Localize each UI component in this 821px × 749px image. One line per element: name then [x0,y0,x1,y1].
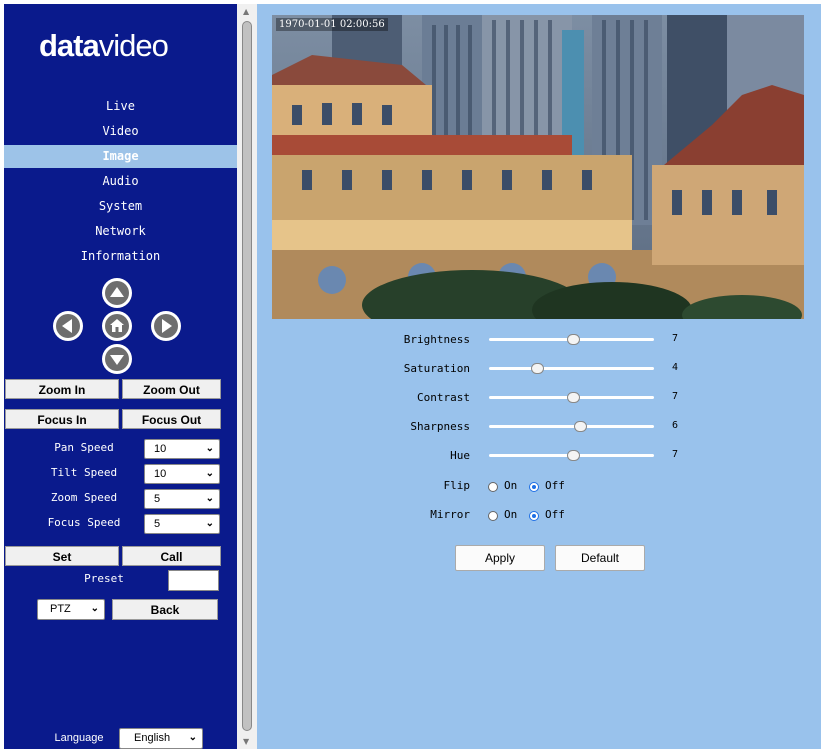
mirror-off-label[interactable]: Off [545,508,565,521]
chevron-down-icon: ⌄ [205,468,214,479]
set-button[interactable]: Set [5,546,119,566]
nav-image[interactable]: Image [4,145,237,168]
nav-network[interactable]: Network [4,220,237,243]
nav-system[interactable]: System [4,195,237,218]
arrow-down-icon[interactable] [102,344,132,374]
mirror-on-label[interactable]: On [504,508,517,521]
hue-slider[interactable] [489,450,654,461]
preset-label: Preset [84,572,124,585]
brand-logo: datavideo [39,28,169,63]
video-timestamp: 1970-01-01 02:00:56 [276,18,388,31]
flip-on-radio[interactable] [488,482,498,492]
arrow-right-icon[interactable] [151,311,181,341]
flip-on-label[interactable]: On [504,479,517,492]
sharpness-thumb[interactable] [574,421,587,432]
brightness-slider[interactable] [489,334,654,345]
tilt-speed-select[interactable]: 10 ⌄ [144,464,220,484]
home-icon[interactable] [102,311,132,341]
sidebar: datavideo Live Video Image Audio System … [4,4,237,749]
hue-value: 7 [672,449,679,460]
flip-off-label[interactable]: Off [545,479,565,492]
sidebar-scrollbar[interactable]: ▲ ▼ [237,4,257,749]
sharpness-label: Sharpness [410,420,470,433]
preset-input[interactable] [168,570,219,591]
flip-off-radio[interactable] [529,482,539,492]
focus-speed-label: Focus Speed [47,516,121,529]
chevron-down-icon: ⌄ [90,603,99,614]
scrollbar-thumb[interactable] [242,21,252,731]
brightness-thumb[interactable] [567,334,580,345]
focus-out-button[interactable]: Focus Out [122,409,221,429]
nav-information[interactable]: Information [4,245,237,268]
pan-speed-select[interactable]: 10 ⌄ [144,439,220,459]
focus-in-button[interactable]: Focus In [5,409,119,429]
contrast-slider[interactable] [489,392,654,403]
chevron-down-icon: ⌄ [205,493,214,504]
hue-label: Hue [450,449,470,462]
mirror-on-radio[interactable] [488,511,498,521]
saturation-value: 4 [672,362,679,373]
call-button[interactable]: Call [122,546,221,566]
zoom-speed-select[interactable]: 5 ⌄ [144,489,220,509]
zoom-in-button[interactable]: Zoom In [5,379,119,399]
nav-video[interactable]: Video [4,120,237,143]
contrast-thumb[interactable] [567,392,580,403]
language-select[interactable]: English ⌄ [119,728,203,749]
language-label: Language [54,732,104,744]
scroll-down-icon[interactable]: ▼ [243,737,249,746]
sharpness-slider[interactable] [489,421,654,432]
main-panel: 1970-01-01 02:00:56 Brightness 7 Saturat… [257,4,821,749]
saturation-label: Saturation [403,362,470,375]
saturation-thumb[interactable] [531,363,544,374]
mirror-label: Mirror [430,508,470,521]
flip-label: Flip [443,479,471,492]
arrow-up-icon[interactable] [102,278,132,308]
apply-button[interactable]: Apply [455,545,545,571]
contrast-value: 7 [672,391,679,402]
arrow-left-icon[interactable] [53,311,83,341]
zoom-out-button[interactable]: Zoom Out [122,379,221,399]
chevron-down-icon: ⌄ [188,732,197,743]
hue-thumb[interactable] [567,450,580,461]
brightness-label: Brightness [403,333,470,346]
chevron-down-icon: ⌄ [205,443,214,454]
saturation-slider[interactable] [489,363,654,374]
zoom-speed-label: Zoom Speed [50,491,118,504]
chevron-down-icon: ⌄ [205,518,214,529]
nav-audio[interactable]: Audio [4,170,237,193]
pan-speed-label: Pan Speed [54,441,114,454]
mirror-off-radio[interactable] [529,511,539,521]
contrast-label: Contrast [417,391,470,404]
ptz-mode-select[interactable]: PTZ ⌄ [37,599,105,620]
sharpness-value: 6 [672,420,679,431]
nav-live[interactable]: Live [4,95,237,118]
tilt-speed-label: Tilt Speed [50,466,118,479]
focus-speed-select[interactable]: 5 ⌄ [144,514,220,534]
video-preview: 1970-01-01 02:00:56 [272,15,804,319]
default-button[interactable]: Default [555,545,645,571]
brightness-value: 7 [672,333,679,344]
back-button[interactable]: Back [112,599,218,620]
scroll-up-icon[interactable]: ▲ [243,7,249,16]
